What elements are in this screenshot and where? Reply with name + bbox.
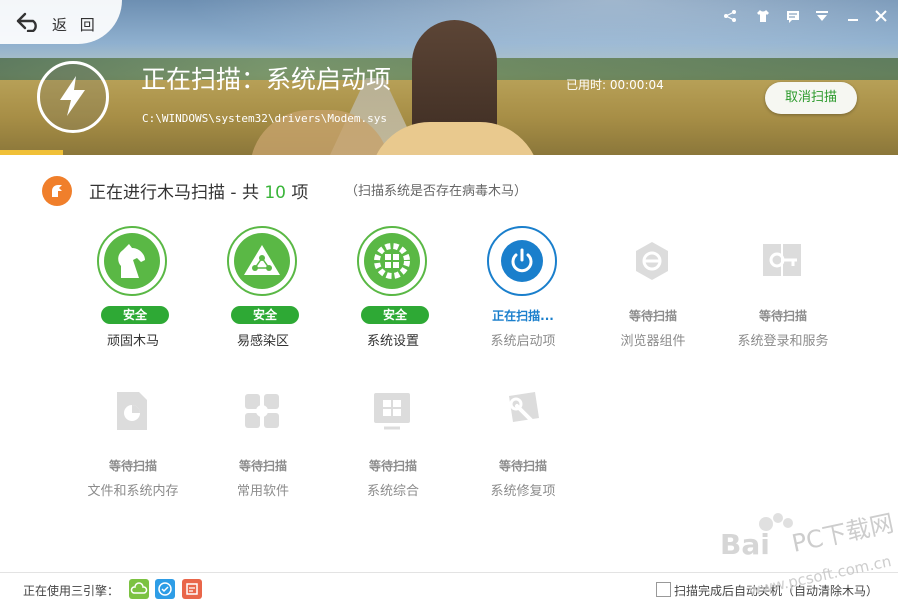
scan-item-files-memory: 等待扫描 文件和系统内存: [68, 376, 198, 506]
power-icon: [487, 226, 557, 296]
status-badge: 安全: [231, 306, 299, 324]
scan-progress-bar: [0, 150, 63, 155]
scan-item-system-general: 等待扫描 系统综合: [328, 376, 458, 506]
skin-shirt-icon[interactable]: [754, 9, 772, 27]
back-label: 返 回: [52, 16, 99, 34]
status-scanning: 正在扫描...: [492, 309, 554, 323]
item-label: 易感染区: [236, 334, 289, 349]
watermark-text-2: PC下载网: [789, 509, 896, 558]
memory-icon: [97, 376, 167, 446]
service-icon: [747, 226, 817, 296]
scan-title: 正在扫描：系统启动项: [141, 65, 392, 94]
status-waiting: 等待扫描: [758, 309, 807, 323]
section-title-suffix: 项: [286, 183, 309, 203]
share-icon[interactable]: [721, 9, 739, 27]
status-waiting: 等待扫描: [108, 459, 157, 473]
status-badge: 安全: [101, 306, 169, 324]
qvm-engine-icon[interactable]: [182, 579, 202, 599]
section-title-prefix: 正在进行木马扫描 - 共: [89, 183, 265, 203]
software-icon: [227, 376, 297, 446]
item-label: 系统设置: [366, 334, 419, 349]
minimize-icon[interactable]: [844, 9, 862, 27]
item-label: 浏览器组件: [620, 334, 686, 349]
item-label: 系统登录和服务: [737, 334, 829, 349]
windows-gear-icon: [357, 226, 427, 296]
scan-item-startup: 正在扫描... 系统启动项: [458, 226, 588, 356]
status-waiting: 等待扫描: [498, 459, 547, 473]
shield-engine-icon[interactable]: [155, 579, 175, 599]
auto-shutdown-checkbox[interactable]: [656, 582, 671, 597]
status-waiting: 等待扫描: [368, 459, 417, 473]
close-icon[interactable]: [872, 9, 890, 27]
menu-icon[interactable]: [813, 9, 831, 27]
scan-item-common-software: 等待扫描 常用软件: [198, 376, 328, 506]
lightning-icon: [37, 61, 109, 133]
scan-item-browser: 等待扫描 浏览器组件: [588, 226, 718, 356]
repair-icon: [487, 376, 557, 446]
section-subtitle: （扫描系统是否存在病毒木马）: [345, 184, 528, 199]
engines-label: 正在使用三引擎：: [23, 584, 120, 598]
browser-icon: [617, 226, 687, 296]
cancel-scan-button[interactable]: 取消扫描: [765, 82, 857, 114]
status-badge: 安全: [361, 306, 429, 324]
trojan-scan-icon: [42, 176, 72, 206]
back-button[interactable]: 返 回: [0, 0, 122, 44]
cloud-engine-icon[interactable]: [129, 579, 149, 599]
item-label: 系统综合: [366, 484, 419, 499]
status-waiting: 等待扫描: [238, 459, 287, 473]
scan-header: 返 回 正在扫描：系统启动项 C:\WINDOWS\system32\drive…: [0, 0, 898, 155]
back-arrow-icon: [16, 12, 37, 32]
item-label: 顽固木马: [106, 334, 159, 349]
section-title: 正在进行木马扫描 - 共 10 项: [89, 178, 308, 203]
scan-item-stubborn-trojan: 安全 顽固木马: [68, 226, 198, 356]
hazard-icon: [227, 226, 297, 296]
item-label: 系统修复项: [490, 484, 556, 499]
scan-item-system-repair: 等待扫描 系统修复项: [458, 376, 588, 506]
scan-item-susceptible-area: 安全 易感染区: [198, 226, 328, 356]
item-label: 常用软件: [236, 484, 289, 499]
scan-path: C:\WINDOWS\system32\drivers\Modem.sys: [142, 112, 388, 125]
item-label: 文件和系统内存: [87, 484, 179, 499]
system-icon: [357, 376, 427, 446]
scan-item-system-settings: 安全 系统设置: [328, 226, 458, 356]
scan-item-login-services: 等待扫描 系统登录和服务: [718, 226, 848, 356]
watermark-text-1: Bai: [720, 528, 770, 561]
elapsed-time: 已用时: 00:00:04: [566, 78, 664, 92]
site-watermark: Bai PC下载网 www.pcsoft.com.cn: [720, 509, 896, 600]
feedback-icon[interactable]: [784, 9, 802, 27]
item-label: 系统启动项: [490, 334, 556, 349]
status-waiting: 等待扫描: [628, 309, 677, 323]
horse-icon: [97, 226, 167, 296]
section-count: 10: [264, 183, 286, 203]
